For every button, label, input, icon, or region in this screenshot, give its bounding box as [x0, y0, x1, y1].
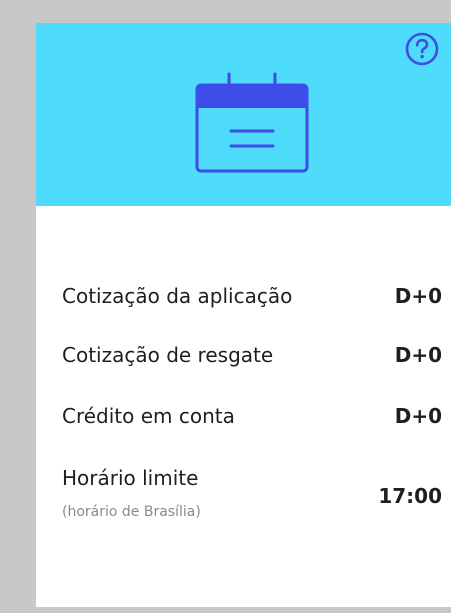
row-sublabel: (horário de Brasília) — [62, 504, 201, 520]
card-header — [36, 23, 451, 206]
row-horario-limite: Horário limite 17:00 (horário de Brasíli… — [62, 466, 442, 526]
calendar-icon — [195, 72, 309, 173]
row-label: Cotização de resgate — [62, 343, 274, 367]
question-circle-icon[interactable] — [404, 31, 440, 67]
row-value: D+0 — [394, 404, 442, 428]
row-label: Cotização da aplicação — [62, 284, 293, 308]
row-label: Crédito em conta — [62, 404, 235, 428]
row-value: D+0 — [394, 284, 442, 308]
row-value: 17:00 — [378, 484, 442, 508]
page-background: Cotização da aplicação D+0 Cotização de … — [0, 0, 451, 613]
row-value: D+0 — [394, 343, 442, 367]
info-card: Cotização da aplicação D+0 Cotização de … — [36, 23, 451, 607]
row-label: Horário limite — [62, 466, 199, 490]
